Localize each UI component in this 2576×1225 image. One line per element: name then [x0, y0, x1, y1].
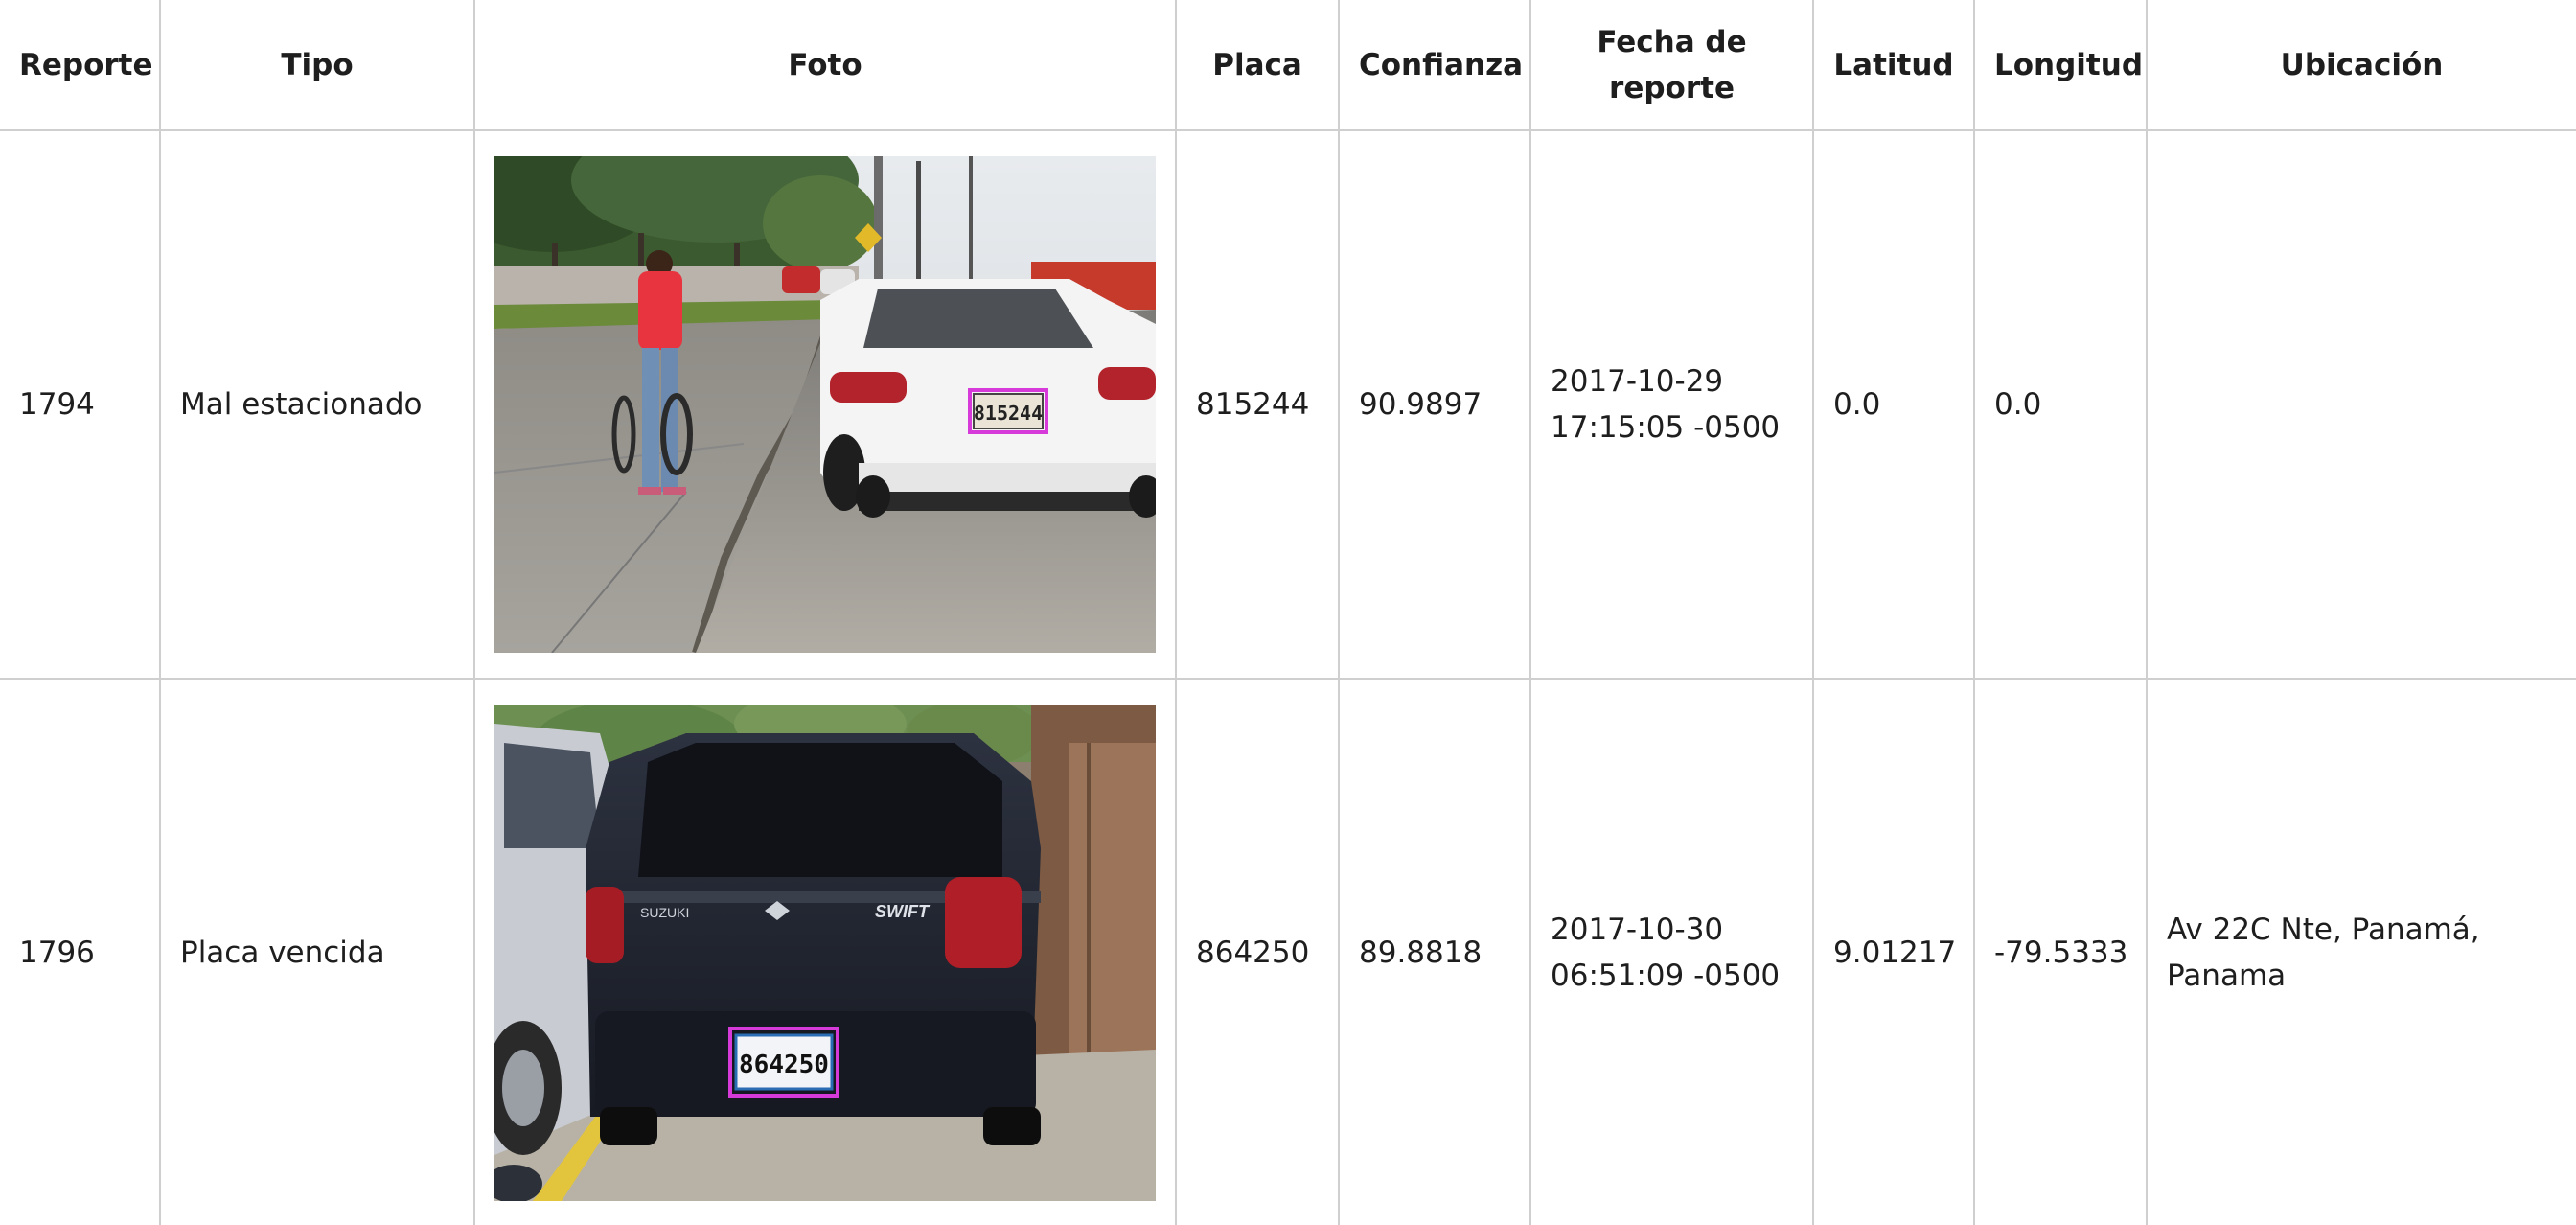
svg-text:SUZUKI: SUZUKI	[640, 905, 689, 920]
cell-latitud: 0.0	[1812, 129, 1975, 680]
table-row: 1794 Mal estacionado 815244 815244 90.98…	[0, 129, 2576, 680]
report-photo[interactable]: 815244	[494, 156, 1156, 653]
header-longitud: Longitud	[1973, 0, 2148, 131]
header-ubicacion: Ubicación	[2146, 0, 2576, 131]
header-fecha-line1: Fecha de	[1597, 24, 1747, 59]
cell-fecha: 2017-10-30 06:51:09 -0500	[1530, 678, 1814, 1225]
cell-longitud: -79.5333	[1973, 678, 2148, 1225]
fecha-time: 17:15:05 -0500	[1551, 410, 1781, 445]
ubicacion-line1: Av 22C Nte, Panamá,	[2167, 913, 2480, 947]
cell-placa: 815244	[1175, 129, 1340, 680]
cell-fecha: 2017-10-29 17:15:05 -0500	[1530, 129, 1814, 680]
header-confianza: Confianza	[1338, 0, 1531, 131]
cell-longitud: 0.0	[1973, 129, 2148, 680]
header-fecha-line2: reporte	[1609, 70, 1735, 105]
cell-tipo: Mal estacionado	[159, 129, 475, 680]
cell-ubicacion: Av 22C Nte, Panamá, Panama	[2146, 678, 2576, 1225]
report-photo[interactable]: SUZUKI SWIFT 864250	[494, 705, 1156, 1201]
ubicacion-line2: Panama	[2167, 959, 2287, 993]
cell-latitud: 9.01217	[1812, 678, 1975, 1225]
header-row: Reporte Tipo Foto Placa Confianza Fecha …	[0, 0, 2576, 131]
reports-table: Reporte Tipo Foto Placa Confianza Fecha …	[0, 0, 2576, 1225]
header-placa: Placa	[1175, 0, 1340, 131]
cell-reporte: 1794	[0, 129, 161, 680]
cell-tipo: Placa vencida	[159, 678, 475, 1225]
photo-badge-text: SWIFT	[875, 902, 931, 921]
header-latitud: Latitud	[1812, 0, 1975, 131]
fecha-time: 06:51:09 -0500	[1551, 959, 1781, 993]
cell-ubicacion	[2146, 129, 2576, 680]
cell-confianza: 90.9897	[1338, 129, 1531, 680]
table-row: 1796 Placa vencida SUZUKI SWIFT 864250 8…	[0, 678, 2576, 1225]
photo-plate-text: 815244	[974, 402, 1043, 425]
header-foto: Foto	[473, 0, 1177, 131]
cell-reporte: 1796	[0, 678, 161, 1225]
cell-confianza: 89.8818	[1338, 678, 1531, 1225]
cell-foto: 815244	[473, 129, 1177, 680]
header-fecha: Fecha de reporte	[1530, 0, 1814, 131]
header-tipo: Tipo	[159, 0, 475, 131]
cell-foto: SUZUKI SWIFT 864250	[473, 678, 1177, 1225]
fecha-date: 2017-10-29	[1551, 364, 1724, 399]
cell-placa: 864250	[1175, 678, 1340, 1225]
fecha-date: 2017-10-30	[1551, 913, 1724, 947]
header-reporte: Reporte	[0, 0, 161, 131]
photo-plate-text: 864250	[739, 1051, 829, 1079]
